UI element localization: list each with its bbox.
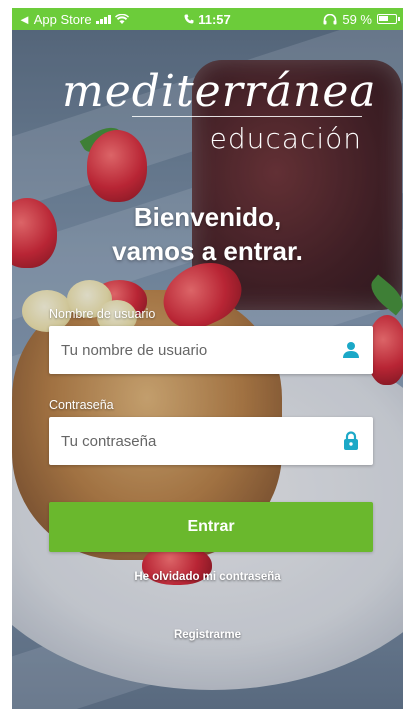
password-input[interactable] [49, 417, 329, 465]
status-bar: ◄ App Store 11:57 59 % [12, 8, 403, 30]
logo-divider [132, 116, 362, 117]
username-label: Nombre de usuario [49, 307, 156, 321]
forgot-password-link[interactable]: He olvidado mi contraseña [12, 571, 403, 583]
welcome-heading: Bienvenido, vamos a entrar. [12, 200, 403, 268]
status-time: 11:57 [198, 11, 231, 27]
user-icon [329, 326, 373, 374]
username-field [49, 326, 373, 374]
app-screen: ◄ App Store 11:57 59 % mediterránea educ… [12, 0, 403, 709]
welcome-line-2: vamos a entrar. [112, 236, 303, 266]
lock-icon [329, 417, 373, 465]
signal-bars-icon [95, 14, 111, 24]
logo-wordmark: mediterránea [62, 66, 377, 117]
register-link[interactable]: Registrarme [12, 629, 403, 641]
headphones-icon [323, 13, 337, 24]
wifi-icon [114, 13, 129, 24]
password-label: Contraseña [49, 398, 114, 412]
battery-icon [377, 14, 400, 24]
password-field [49, 417, 373, 465]
brand-logo: mediterránea educación [62, 70, 376, 160]
username-input[interactable] [49, 326, 329, 374]
battery-percentage: 59 % [342, 11, 372, 27]
login-button[interactable]: Entrar [49, 502, 373, 552]
logo-subtitle: educación [209, 122, 362, 155]
phone-icon [184, 14, 194, 24]
back-to-app-store-link[interactable]: ◄ App Store [18, 12, 92, 27]
welcome-line-1: Bienvenido, [133, 202, 282, 232]
